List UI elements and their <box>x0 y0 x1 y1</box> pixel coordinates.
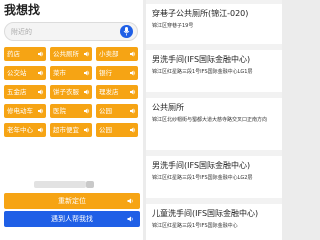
category-label: 药店 <box>7 50 20 58</box>
category-label: 公共厕所 <box>53 50 79 58</box>
page-title: 我想找 <box>4 3 41 17</box>
search-bar[interactable] <box>4 22 138 41</box>
result-name: 男洗手间(IFS国际金融中心) <box>152 161 251 170</box>
ask-for-help-button-label: 遇到人帮我找 <box>51 215 93 223</box>
category-tile[interactable]: 超市便宜 <box>50 123 92 137</box>
category-tile[interactable]: 公园 <box>96 123 138 137</box>
speaker-icon <box>130 127 136 133</box>
category-label: 超市便宜 <box>53 126 79 134</box>
result-address: 锦江区红星路三段1号IFS国际金融中心 <box>152 223 238 229</box>
speaker-icon <box>38 89 44 95</box>
category-label: 五金店 <box>7 88 27 96</box>
relocate-button[interactable]: 重新定位 <box>4 193 140 209</box>
speaker-icon <box>84 127 90 133</box>
blurred-location-marker <box>86 181 94 188</box>
result-address: 锦江区红星路三段1号IFS国际金融中心LG2层 <box>152 175 253 181</box>
category-tile[interactable]: 理发店 <box>96 85 138 99</box>
category-label: 老年中心 <box>7 126 33 134</box>
result-name: 儿童洗手间(IFS国际金融中心) <box>152 209 259 218</box>
category-label: 公园 <box>99 126 112 134</box>
result-address: 锦江区北纱帽街与蜀都大道大慈寺路交叉口正南方向 <box>152 117 268 123</box>
search-input[interactable] <box>11 25 111 38</box>
category-tile[interactable]: 银行 <box>96 66 138 80</box>
category-label: 修电动车 <box>7 107 33 115</box>
speaker-icon <box>84 89 90 95</box>
relocate-button-label: 重新定位 <box>58 197 86 205</box>
microphone-button[interactable] <box>120 25 133 38</box>
speaker-icon <box>84 108 90 114</box>
result-address: 锦江区红星路三段1号IFS国际金融中心LG1层 <box>152 69 253 75</box>
speaker-icon <box>127 216 133 222</box>
speaker-icon <box>38 127 44 133</box>
category-label: 公交站 <box>7 69 27 77</box>
ask-for-help-button[interactable]: 遇到人帮我找 <box>4 211 140 227</box>
result-card[interactable]: 公共厕所 锦江区北纱帽街与蜀都大道大慈寺路交叉口正南方向 <box>146 98 282 150</box>
speaker-icon <box>130 51 136 57</box>
blurred-location-text <box>34 181 86 188</box>
category-tile[interactable]: 小卖部 <box>96 47 138 61</box>
speaker-icon <box>84 70 90 76</box>
speaker-icon <box>38 108 44 114</box>
speaker-icon <box>38 70 44 76</box>
result-name: 穿巷子公共厕所(锦江-020) <box>152 9 249 18</box>
app-screen: 我想找 药店 公共厕所 小卖部 公交站 菜市 银行 五金店 饼子衣服 理发店 修… <box>0 0 282 240</box>
result-card[interactable]: 男洗手间(IFS国际金融中心) 锦江区红星路三段1号IFS国际金融中心LG2层 <box>146 156 282 198</box>
result-card[interactable]: 男洗手间(IFS国际金融中心) 锦江区红星路三段1号IFS国际金融中心LG1层 <box>146 50 282 92</box>
category-label: 公园 <box>99 107 112 115</box>
category-label: 医院 <box>53 107 66 115</box>
category-tile[interactable]: 公交站 <box>4 66 46 80</box>
result-card[interactable]: 穿巷子公共厕所(锦江-020) 锦江区穿巷子19号 <box>146 4 282 44</box>
category-tile[interactable]: 公园 <box>96 104 138 118</box>
category-tile[interactable]: 修电动车 <box>4 104 46 118</box>
result-address: 锦江区穿巷子19号 <box>152 23 194 29</box>
result-name: 公共厕所 <box>152 103 184 112</box>
category-tile[interactable]: 医院 <box>50 104 92 118</box>
speaker-icon <box>130 89 136 95</box>
category-tile[interactable]: 饼子衣服 <box>50 85 92 99</box>
category-label: 银行 <box>99 69 112 77</box>
category-label: 菜市 <box>53 69 66 77</box>
search-panel: 我想找 药店 公共厕所 小卖部 公交站 菜市 银行 五金店 饼子衣服 理发店 修… <box>0 0 143 240</box>
category-tile[interactable]: 药店 <box>4 47 46 61</box>
category-tile[interactable]: 五金店 <box>4 85 46 99</box>
category-tile[interactable]: 菜市 <box>50 66 92 80</box>
speaker-icon <box>38 51 44 57</box>
speaker-icon <box>84 51 90 57</box>
result-name: 男洗手间(IFS国际金融中心) <box>152 55 251 64</box>
speaker-icon <box>130 108 136 114</box>
category-tile[interactable]: 老年中心 <box>4 123 46 137</box>
category-label: 饼子衣服 <box>53 88 79 96</box>
results-list: 穿巷子公共厕所(锦江-020) 锦江区穿巷子19号 男洗手间(IFS国际金融中心… <box>146 0 282 240</box>
result-card[interactable]: 儿童洗手间(IFS国际金融中心) 锦江区红星路三段1号IFS国际金融中心 <box>146 204 282 240</box>
microphone-icon <box>123 27 130 36</box>
category-label: 小卖部 <box>99 50 119 58</box>
category-label: 理发店 <box>99 88 119 96</box>
category-tile[interactable]: 公共厕所 <box>50 47 92 61</box>
speaker-icon <box>130 70 136 76</box>
speaker-icon <box>127 198 133 204</box>
